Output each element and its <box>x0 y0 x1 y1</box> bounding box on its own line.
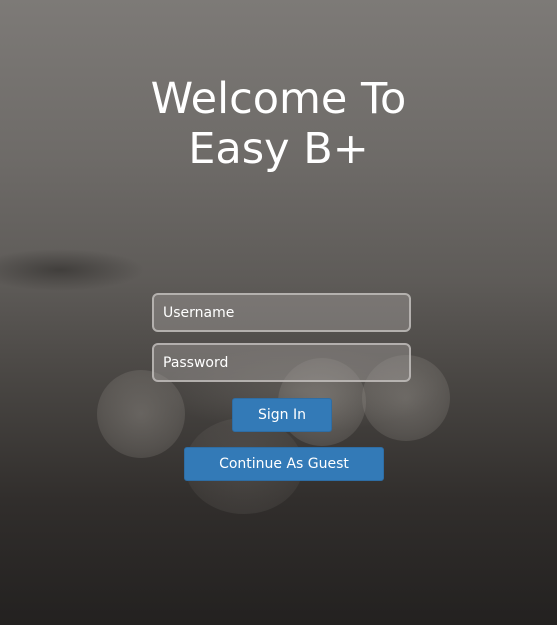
page-title: Welcome To Easy B+ <box>0 74 557 174</box>
sign-in-button[interactable]: Sign In <box>232 398 332 432</box>
title-line-1: Welcome To <box>150 74 407 124</box>
username-input[interactable] <box>152 293 411 332</box>
password-input[interactable] <box>152 343 411 382</box>
bokeh-light <box>97 370 185 458</box>
continue-as-guest-button[interactable]: Continue As Guest <box>184 447 384 481</box>
title-line-2: Easy B+ <box>188 124 369 174</box>
